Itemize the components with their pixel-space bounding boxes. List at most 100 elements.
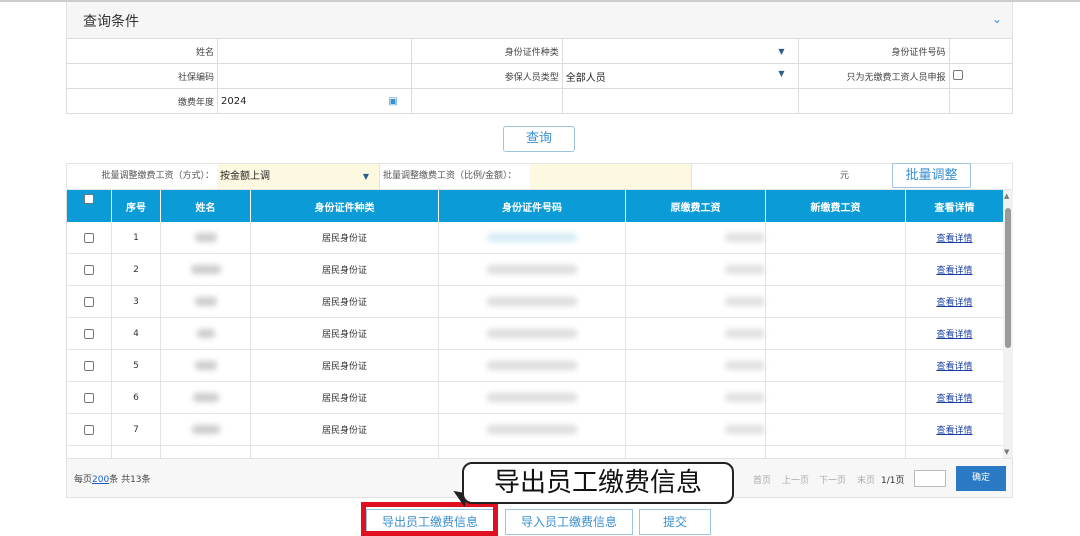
year-label: 缴费年度 — [66, 88, 218, 114]
batch-mode-value: 按金额上调 — [220, 171, 270, 182]
first-page-link[interactable]: 首页 — [753, 473, 771, 486]
table-header: 序号 姓名 身份证件种类 身份证件号码 原缴费工资 新缴费工资 查看详情 — [67, 190, 1004, 222]
ssn-input[interactable] — [217, 63, 412, 89]
dropdown-arrow-icon: ▼ — [778, 46, 785, 56]
employee-table: 序号 姓名 身份证件种类 身份证件号码 原缴费工资 新缴费工资 查看详情 1 居… — [66, 190, 1013, 458]
row-no: 2 — [112, 254, 161, 285]
name-redacted — [194, 361, 217, 370]
name-redacted — [194, 233, 217, 242]
page-size-info: 每页200条 共13条 — [74, 472, 151, 485]
idno-input[interactable] — [948, 38, 1014, 64]
table-row: 5 居民身份证 查看详情 — [67, 350, 1004, 382]
header-no: 序号 — [112, 190, 161, 222]
view-detail-link[interactable]: 查看详情 — [936, 295, 972, 308]
table-row: 2 居民身份证 查看详情 — [67, 254, 1004, 286]
row-idtype: 居民身份证 — [251, 222, 439, 253]
idno-redacted — [487, 233, 577, 242]
idno-label: 身份证件号码 — [797, 38, 950, 64]
go-page-button[interactable]: 确定 — [956, 466, 1006, 491]
view-detail-link[interactable]: 查看详情 — [936, 359, 972, 372]
select-all-checkbox[interactable] — [84, 194, 94, 204]
row-no: 1 — [112, 222, 161, 253]
year-input[interactable]: 2024 ▣ — [217, 88, 412, 114]
row-checkbox[interactable] — [84, 392, 94, 403]
page-info: 1/1页 — [881, 476, 905, 486]
row-checkbox[interactable] — [84, 264, 94, 275]
vertical-scrollbar[interactable]: ▲ ▼ — [1003, 190, 1013, 458]
dropdown-arrow-icon: ▼ — [362, 172, 369, 181]
persontype-value: 全部人员 — [565, 72, 606, 84]
persontype-select[interactable]: 全部人员 ▼ — [561, 63, 799, 89]
idtype-select[interactable]: ▼ — [561, 38, 799, 64]
idno-redacted — [487, 393, 577, 402]
idno-redacted — [487, 329, 577, 338]
row-no: 7 — [112, 414, 161, 445]
scroll-up-icon[interactable]: ▲ — [1004, 192, 1009, 200]
row-no: 3 — [112, 286, 161, 317]
next-page-link[interactable]: 下一页 — [819, 473, 846, 486]
table-row — [67, 446, 1004, 458]
name-redacted — [190, 265, 221, 274]
header-idno: 身份证件号码 — [439, 190, 626, 222]
table-row: 7 居民身份证 查看详情 — [67, 414, 1004, 446]
batch-adjust-bar: 批量调整缴费工资（方式）： 按金额上调 ▼ 批量调整缴费工资（比例/金额）： 元 — [66, 163, 1013, 190]
header-name: 姓名 — [161, 190, 251, 222]
callout-annotation: 导出员工缴费信息 — [462, 462, 734, 504]
view-detail-link[interactable]: 查看详情 — [936, 327, 972, 340]
prev-page-link[interactable]: 上一页 — [782, 473, 809, 486]
old-wage-redacted — [725, 297, 765, 306]
batch-mode-select[interactable]: 按金额上调 ▼ — [217, 164, 379, 189]
row-no: 4 — [112, 318, 161, 349]
header-detail: 查看详情 — [906, 190, 1004, 222]
import-button[interactable]: 导入员工缴费信息 — [505, 509, 633, 535]
view-detail-link[interactable]: 查看详情 — [936, 391, 972, 404]
persontype-label: 参保人员类型 — [410, 63, 563, 89]
view-detail-link[interactable]: 查看详情 — [936, 263, 972, 276]
unit-label: 元 — [691, 164, 852, 189]
search-button[interactable]: 查询 — [503, 126, 575, 152]
submit-button[interactable]: 提交 — [639, 509, 711, 535]
nowage-checkbox[interactable] — [952, 69, 963, 80]
row-no: 5 — [112, 350, 161, 381]
dropdown-arrow-icon: ▼ — [778, 68, 785, 78]
name-redacted — [191, 425, 220, 434]
per-page-prefix: 每页 — [74, 475, 93, 485]
chevron-down-icon[interactable]: ⌄ — [992, 12, 1002, 26]
batch-mode-label: 批量调整缴费工资（方式）： — [101, 171, 214, 181]
view-detail-link[interactable]: 查看详情 — [936, 231, 972, 244]
scroll-down-icon[interactable]: ▼ — [1004, 448, 1009, 456]
table-row: 6 居民身份证 查看详情 — [67, 382, 1004, 414]
scrollbar-thumb[interactable] — [1005, 208, 1011, 348]
name-label: 姓名 — [66, 38, 218, 64]
table-row: 1 居民身份证 查看详情 — [67, 222, 1004, 254]
old-wage-redacted — [725, 265, 765, 274]
idno-redacted — [487, 265, 577, 274]
view-detail-link[interactable]: 查看详情 — [936, 423, 972, 436]
old-wage-redacted — [725, 393, 765, 402]
last-page-link[interactable]: 末页 — [857, 473, 875, 486]
row-idtype: 居民身份证 — [251, 350, 439, 381]
batch-amount-input[interactable] — [530, 164, 691, 189]
page-number-input[interactable] — [914, 470, 946, 487]
batch-adjust-button[interactable]: 批量调整 — [892, 163, 971, 188]
highlight-box — [361, 502, 498, 536]
name-input[interactable] — [217, 38, 412, 64]
idtype-label: 身份证件种类 — [410, 38, 563, 64]
row-idtype: 居民身份证 — [251, 414, 439, 445]
calendar-icon[interactable]: ▣ — [388, 96, 397, 107]
row-idtype: 居民身份证 — [251, 286, 439, 317]
query-panel-header[interactable]: 查询条件 ⌄ — [66, 2, 1013, 38]
row-checkbox[interactable] — [84, 232, 94, 243]
page-size-link[interactable]: 200 — [92, 475, 109, 485]
row-checkbox[interactable] — [84, 360, 94, 371]
row-checkbox[interactable] — [84, 424, 94, 435]
nowage-label: 只为无缴费工资人员申报 — [797, 63, 950, 89]
panel-title: 查询条件 — [83, 14, 139, 30]
idno-redacted — [487, 425, 577, 434]
header-old-wage: 原缴费工资 — [626, 190, 766, 222]
row-checkbox[interactable] — [84, 328, 94, 339]
row-checkbox[interactable] — [84, 296, 94, 307]
table-row: 4 居民身份证 查看详情 — [67, 318, 1004, 350]
query-form: 姓名 身份证件种类 ▼ 身份证件号码 社保编码 参保人员类型 全部人员 ▼ 只为无… — [66, 38, 1014, 114]
idno-redacted — [487, 361, 577, 370]
